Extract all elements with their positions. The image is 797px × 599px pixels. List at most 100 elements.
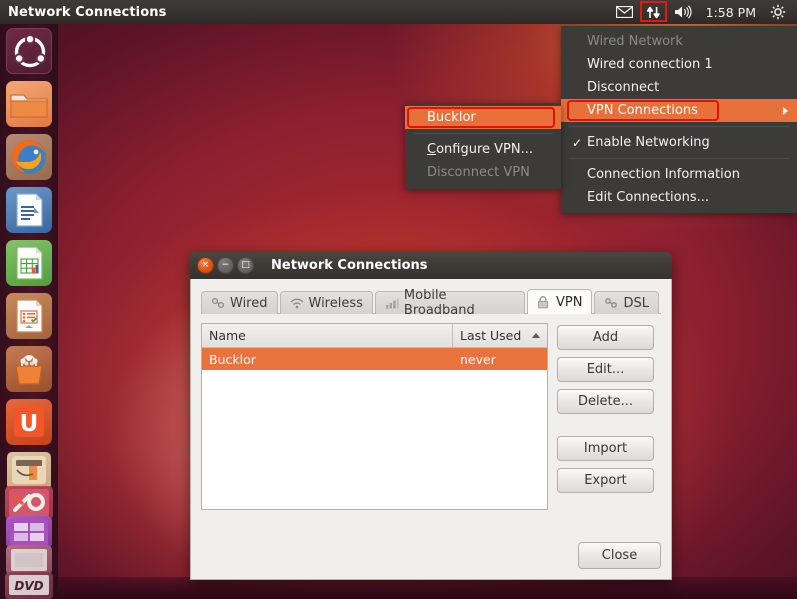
tab-label: DSL (623, 295, 649, 311)
submenu-label-mnemonic: C (427, 142, 437, 157)
window-titlebar[interactable]: × − □ Network Connections (190, 252, 672, 279)
launcher-item-home-folder[interactable] (6, 545, 52, 575)
menu-item-connection-information[interactable]: Connection Information (561, 163, 797, 186)
connection-action-buttons: Add Edit... Delete... Import Export (557, 323, 654, 510)
menu-label: Wired Network (587, 34, 683, 49)
ubuntu-logo-icon (14, 34, 46, 68)
cell-last-used: never (460, 351, 496, 367)
connections-list[interactable]: Name Last Used Bucklor never (201, 323, 548, 510)
network-indicator-menu: Wired Network Wired connection 1 Disconn… (561, 26, 797, 213)
presentation-icon (16, 299, 43, 333)
unity-launcher: U DVD (0, 24, 58, 599)
menu-item-edit-connections[interactable]: Edit Connections... (561, 186, 797, 209)
submenu-item-configure-vpn[interactable]: Configure VPN... (405, 138, 561, 161)
menu-label: Disconnect (587, 80, 660, 95)
signal-bars-icon (385, 297, 399, 309)
window-maximize-button[interactable]: □ (237, 257, 254, 274)
window-title: Network Connections (271, 258, 428, 273)
checkmark-icon: ✓ (572, 135, 583, 150)
messaging-envelope-icon[interactable] (611, 0, 638, 24)
menu-label: VPN Connections (587, 103, 698, 118)
launcher-item-software-center[interactable] (6, 346, 52, 392)
dvd-icon: DVD (9, 575, 49, 595)
padlock-icon (537, 296, 551, 309)
tab-wired[interactable]: Wired (201, 291, 278, 314)
launcher-item-firefox[interactable] (6, 134, 52, 180)
close-icon: × (201, 260, 210, 270)
menu-item-vpn-connections[interactable]: VPN Connections (561, 99, 797, 122)
tab-vpn[interactable]: VPN (527, 289, 593, 314)
menu-label: Enable Networking (587, 135, 710, 150)
svg-text:DVD: DVD (14, 579, 43, 593)
cell-name: Bucklor (209, 351, 256, 367)
edit-button[interactable]: Edit... (557, 357, 654, 382)
vpn-connections-submenu: Bucklor Configure VPN... Disconnect VPN (405, 103, 561, 189)
menu-label: Wired connection 1 (587, 57, 713, 72)
network-icon (646, 6, 660, 18)
software-bag-icon (15, 354, 43, 385)
folder-icon (10, 94, 48, 118)
launcher-item-dvd-player[interactable]: DVD (5, 572, 53, 599)
delete-button[interactable]: Delete... (557, 389, 654, 414)
amazon-icon (12, 456, 46, 484)
clock-indicator[interactable]: 1:58 PM (699, 5, 763, 20)
tab-mobile-broadband[interactable]: Mobile Broadband (374, 288, 526, 318)
maximize-icon: □ (241, 260, 250, 270)
menu-label: Edit Connections... (587, 190, 710, 205)
table-row[interactable]: Bucklor never (202, 348, 547, 370)
dialog-footer: Close (578, 542, 661, 569)
tab-bar: Wired Wireless Mobile Broadband VPN DSL (201, 288, 661, 318)
tab-label: Wireless (308, 295, 363, 311)
ubuntu-one-icon: U (14, 407, 44, 437)
gear-glyph (770, 4, 786, 20)
tab-label: Mobile Broadband (403, 288, 475, 318)
submenu-label: Disconnect VPN (427, 165, 530, 180)
tab-dsl[interactable]: DSL (594, 291, 659, 314)
chevron-right-icon (783, 106, 788, 115)
vpn-tab-content: Name Last Used Bucklor never Add Edit...… (201, 323, 661, 510)
window-close-button[interactable]: × (197, 257, 214, 274)
add-button[interactable]: Add (557, 325, 654, 350)
launcher-item-amazon[interactable] (7, 452, 51, 490)
import-button[interactable]: Import (557, 436, 654, 461)
network-indicator-button[interactable] (639, 0, 667, 24)
table-header-row: Name Last Used (202, 324, 547, 348)
session-gear-icon[interactable] (765, 0, 791, 24)
panel-indicator-area: 1:58 PM (611, 0, 797, 24)
launcher-item-workspace-switcher[interactable] (6, 516, 52, 548)
svg-text:U: U (20, 411, 39, 437)
close-button[interactable]: Close (578, 542, 661, 569)
menu-item-wired-connection-1[interactable]: Wired connection 1 (561, 53, 797, 76)
menu-item-enable-networking[interactable]: ✓ Enable Networking (561, 131, 797, 154)
minimize-icon: − (221, 260, 230, 270)
launcher-item-calc[interactable] (6, 240, 52, 286)
desktop-bottom-shade (0, 577, 797, 599)
column-header-name[interactable]: Name (202, 324, 453, 347)
export-button[interactable]: Export (557, 468, 654, 493)
menu-item-disconnect[interactable]: Disconnect (561, 76, 797, 99)
launcher-item-ubuntu-one[interactable]: U (6, 399, 52, 445)
launcher-item-writer[interactable] (6, 187, 52, 233)
wireless-icon (290, 297, 304, 309)
speaker-glyph (674, 5, 692, 19)
launcher-item-system-settings[interactable] (5, 486, 53, 520)
menu-divider (569, 158, 789, 159)
spreadsheet-icon (16, 246, 43, 280)
launcher-item-files[interactable] (6, 81, 52, 127)
launcher-item-impress[interactable] (6, 293, 52, 339)
window-minimize-button[interactable]: − (217, 257, 234, 274)
window-content: Wired Wireless Mobile Broadband VPN DSL … (190, 279, 672, 580)
volume-icon[interactable] (669, 0, 697, 24)
document-icon (16, 193, 43, 227)
submenu-item-bucklor[interactable]: Bucklor (405, 106, 561, 129)
settings-wrench-icon (9, 489, 49, 517)
wired-icon (211, 297, 225, 309)
top-panel: Network Connections 1:58 PM (0, 0, 797, 24)
column-header-label: Last Used (460, 328, 522, 343)
envelope-glyph (615, 6, 633, 18)
column-header-last-used[interactable]: Last Used (453, 324, 547, 347)
sort-ascending-icon (532, 333, 540, 338)
tab-wireless[interactable]: Wireless (279, 291, 373, 314)
launcher-item-dash[interactable] (6, 28, 52, 74)
network-connections-window: × − □ Network Connections Wired Wireless (190, 252, 672, 580)
